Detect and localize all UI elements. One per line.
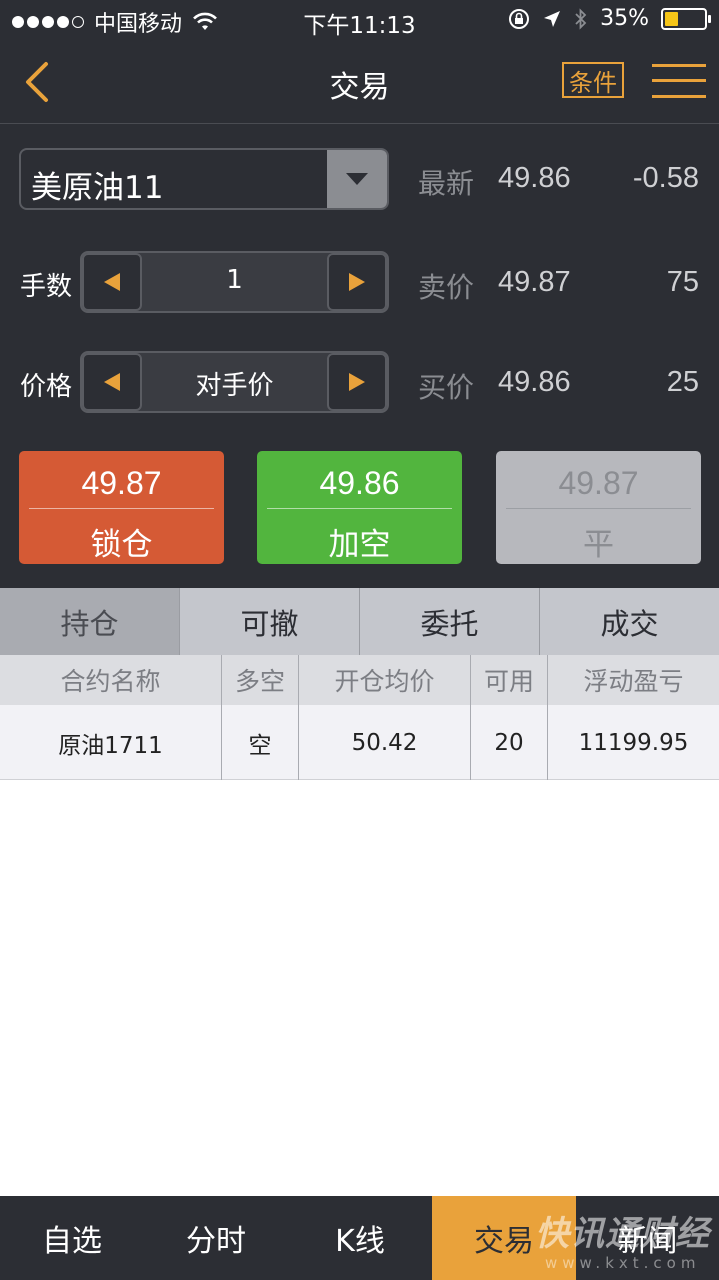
ask-label: 卖价 [418,271,475,304]
lots-decrease-button[interactable] [82,253,142,311]
bluetooth-icon [575,7,587,30]
tab-positions[interactable]: 持仓 [0,588,180,655]
cell-contract: 原油1711 [0,705,222,780]
add-short-button[interactable]: 49.86 加空 [257,451,462,564]
lots-label: 手数 [20,272,73,302]
bid-volume: 25 [666,366,699,398]
right-arrow-icon [349,373,365,391]
bid-price: 49.86 [498,366,571,398]
tab-trades[interactable]: 成交 [540,588,719,655]
lots-stepper[interactable]: 1 [80,251,389,313]
cell-floating-pnl: 11199.95 [578,729,689,756]
divider [506,508,691,509]
latest-change: -0.58 [632,162,699,194]
column-header: 合约名称 [0,655,222,705]
right-arrow-icon [349,273,365,291]
ask-price: 49.87 [498,266,571,298]
column-header: 开仓均价 [299,655,471,705]
watermark-logo: 快讯通财经 [535,1214,710,1254]
lock-price: 49.87 [81,465,162,501]
table-row[interactable]: 原油1711 空 50.42 20 11199.95 [0,705,719,780]
trade-panel: 美原油11 最新 49.86 -0.58 手数 1 卖价 49.87 75 价格… [0,124,719,588]
price-decrease-button[interactable] [82,353,142,411]
lots-increase-button[interactable] [327,253,387,311]
nav-bar: 交易 条件 [0,40,719,124]
battery-fill [665,11,679,26]
watermark-url: www.kxt.com [545,1254,701,1272]
nav-kline[interactable]: K线 [288,1196,432,1280]
divider [29,508,214,509]
left-arrow-icon [104,373,120,391]
table-header: 合约名称 多空 开仓均价 可用 浮动盈亏 [0,655,719,705]
left-arrow-icon [104,273,120,291]
dropdown-arrow-icon[interactable] [327,150,387,208]
cell-available: 20 [471,705,548,780]
short-price: 49.86 [319,465,400,501]
contract-name: 美原油11 [31,170,164,206]
latest-label: 最新 [418,167,475,200]
condition-button[interactable]: 条件 [562,62,624,98]
column-header: 多空 [222,655,299,705]
menu-icon[interactable] [652,62,706,100]
price-value[interactable]: 对手价 [142,365,327,402]
nav-timeshare[interactable]: 分时 [144,1196,288,1280]
flat-label: 平 [583,527,614,563]
status-bar: 中国移动 下午11:13 35% [0,0,719,40]
price-stepper[interactable]: 对手价 [80,351,389,413]
price-label: 价格 [20,372,73,402]
column-header: 可用 [471,655,548,705]
nav-watchlist[interactable]: 自选 [0,1196,144,1280]
battery-percent: 35% [600,6,649,31]
orientation-lock-icon [509,8,530,29]
order-tabs: 持仓 可撤 委托 成交 [0,588,719,655]
battery-icon [661,7,711,30]
close-position-button[interactable]: 49.87 平 [496,451,701,564]
location-icon [544,10,561,27]
short-label: 加空 [328,527,391,563]
bid-label: 买价 [418,371,475,404]
cell-direction: 空 [222,705,299,780]
contract-select[interactable]: 美原油11 [19,148,389,210]
tab-orders[interactable]: 委托 [360,588,540,655]
lock-label: 锁仓 [90,527,153,563]
latest-price: 49.86 [498,162,571,194]
lock-position-button[interactable]: 49.87 锁仓 [19,451,224,564]
divider [267,508,452,509]
flat-price: 49.87 [558,465,639,501]
tab-cancellable[interactable]: 可撤 [180,588,360,655]
status-right: 35% [508,6,711,31]
price-increase-button[interactable] [327,353,387,411]
ask-volume: 75 [666,266,699,298]
cell-avg-price: 50.42 [299,705,471,780]
lots-value[interactable]: 1 [142,265,327,295]
column-header: 浮动盈亏 [583,667,684,696]
